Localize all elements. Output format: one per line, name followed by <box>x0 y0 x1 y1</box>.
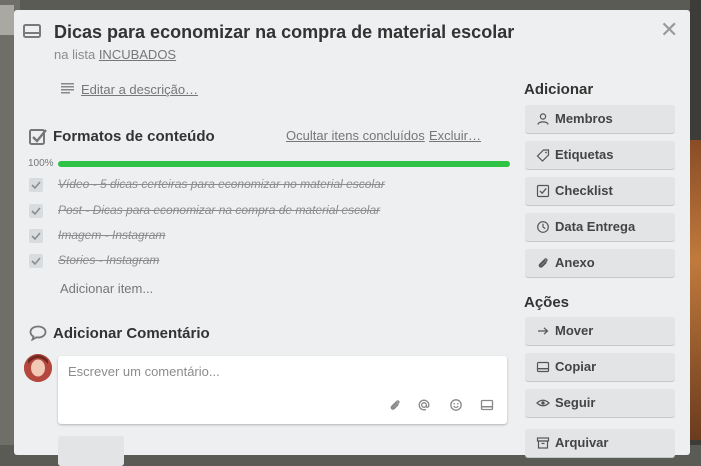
copy-button-label: Copiar <box>555 359 597 374</box>
paperclip-icon[interactable] <box>388 398 402 412</box>
tag-icon <box>536 149 550 162</box>
checklist-button[interactable]: Checklist <box>525 177 675 205</box>
list-link[interactable]: INCUBADOS <box>99 47 176 62</box>
checklist-item[interactable]: Stories - Instagram <box>29 253 509 273</box>
attachment-button[interactable]: Anexo <box>525 249 675 277</box>
save-comment-button[interactable] <box>58 436 124 466</box>
checklist-title[interactable]: Formatos de conteúdo <box>53 128 215 145</box>
checklist-progress-fill <box>58 161 510 167</box>
checklist-progress-percent: 100% <box>28 158 54 169</box>
checklist-item-text[interactable]: Stories - Instagram <box>58 253 159 267</box>
description-icon <box>61 83 74 94</box>
card-title[interactable]: Dicas para economizar na compra de mater… <box>54 22 514 43</box>
checkbox-checked-icon[interactable] <box>29 229 43 243</box>
comment-icon <box>29 325 47 341</box>
archive-button-label: Arquivar <box>555 435 609 450</box>
members-button[interactable]: Membros <box>525 105 675 133</box>
list-prefix: na lista <box>54 47 99 62</box>
card-icon[interactable] <box>480 398 494 412</box>
checklist-item[interactable]: Post - Dicas para economizar na compra d… <box>29 203 509 223</box>
emoji-icon[interactable] <box>449 398 463 412</box>
hide-checked-items-link[interactable]: Ocultar itens concluídos <box>286 128 425 143</box>
edit-description-link[interactable]: Editar a descrição… <box>81 82 198 97</box>
checklist-item[interactable]: Imagem - Instagram <box>29 228 509 248</box>
labels-button-label: Etiquetas <box>555 147 614 162</box>
comment-placeholder: Escrever um comentário... <box>68 364 220 379</box>
add-comment-title: Adicionar Comentário <box>53 325 210 342</box>
eye-icon <box>536 399 550 407</box>
labels-button[interactable]: Etiquetas <box>525 141 675 169</box>
close-icon[interactable]: ✕ <box>660 19 678 41</box>
person-icon <box>537 113 549 125</box>
checklist-item-text[interactable]: Vídeo - 5 dicas certeiras para economiza… <box>58 177 385 191</box>
avatar[interactable] <box>24 354 52 382</box>
due-date-button[interactable]: Data Entrega <box>525 213 675 241</box>
actions-section-title: Ações <box>524 294 570 311</box>
arrow-right-icon <box>538 327 549 335</box>
checkbox-checked-icon[interactable] <box>29 254 43 268</box>
move-button[interactable]: Mover <box>525 317 675 345</box>
comment-input[interactable]: Escrever um comentário... <box>58 356 507 424</box>
archive-icon <box>536 437 550 449</box>
board-card-peek <box>0 5 14 35</box>
checklist-item-text[interactable]: Imagem - Instagram <box>58 228 165 242</box>
checklist-icon <box>29 129 47 145</box>
follow-button[interactable]: Seguir <box>525 389 675 417</box>
mention-icon[interactable] <box>417 398 431 412</box>
add-checklist-item-link[interactable]: Adicionar item... <box>60 281 153 296</box>
members-button-label: Membros <box>555 111 613 126</box>
attachment-button-label: Anexo <box>555 255 595 270</box>
card-list-info: na lista INCUBADOS <box>54 47 176 62</box>
checklist-item[interactable]: Vídeo - 5 dicas certeiras para economiza… <box>29 177 509 197</box>
add-section-title: Adicionar <box>524 81 594 98</box>
move-button-label: Mover <box>555 323 594 338</box>
paperclip-icon <box>538 258 548 268</box>
copy-icon <box>536 361 550 373</box>
card-detail-modal: Dicas para economizar na compra de mater… <box>14 10 690 466</box>
checkbox-icon <box>536 184 550 198</box>
checklist-button-label: Checklist <box>555 183 613 198</box>
checklist-item-text[interactable]: Post - Dicas para economizar na compra d… <box>58 203 380 217</box>
due-date-button-label: Data Entrega <box>555 219 636 234</box>
checklist-progress-bar <box>58 161 510 167</box>
board-background-photo <box>690 140 701 440</box>
follow-button-label: Seguir <box>555 395 596 410</box>
checkbox-checked-icon[interactable] <box>29 204 43 218</box>
archive-button[interactable]: Arquivar <box>525 429 675 457</box>
delete-checklist-link[interactable]: Excluir… <box>429 128 481 143</box>
card-icon <box>23 24 41 38</box>
copy-button[interactable]: Copiar <box>525 353 675 381</box>
clock-icon <box>537 221 549 233</box>
checkbox-checked-icon[interactable] <box>29 178 43 192</box>
